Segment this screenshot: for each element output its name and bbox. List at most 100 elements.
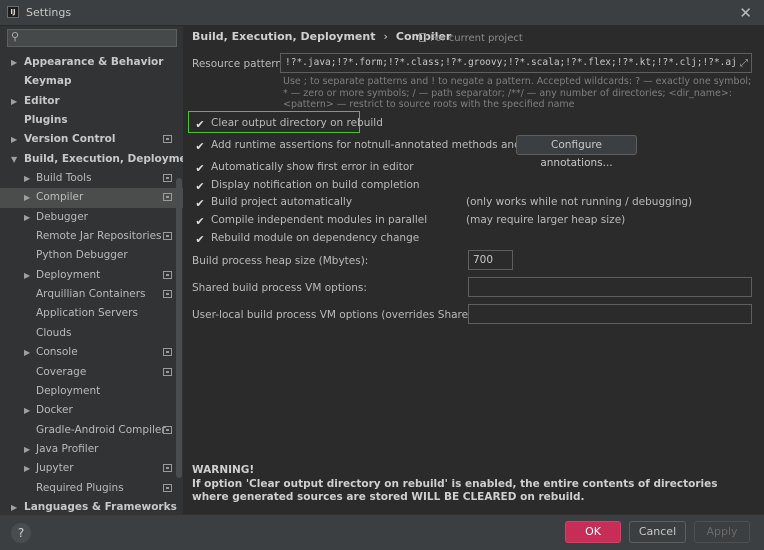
chevron-right-icon[interactable]: ▶ [24, 266, 30, 285]
sidebar-item[interactable]: Keymap [0, 72, 183, 91]
chevron-right-icon[interactable]: ▶ [24, 208, 30, 227]
user-vm-options-input[interactable] [468, 304, 752, 324]
sidebar-item-label: Clouds [36, 326, 72, 339]
sidebar-item-label: Gradle-Android Compiler [36, 423, 166, 436]
chevron-right-icon[interactable]: ▶ [11, 130, 17, 149]
ok-button[interactable]: OK [565, 521, 621, 543]
sidebar-item[interactable]: Application Servers [0, 304, 183, 323]
warning-message: WARNING! If option 'Clear output directo… [192, 464, 752, 505]
project-scope-icon [163, 232, 172, 241]
sidebar-item-label: Remote Jar Repositories [36, 230, 162, 243]
chevron-right-icon[interactable]: ▶ [24, 343, 30, 362]
clear-output-checkbox[interactable]: ✔ Clear output directory on rebuild [194, 115, 382, 131]
sidebar-item[interactable]: Coverage [0, 363, 183, 382]
dialog-footer: ? OK Cancel Apply [0, 514, 764, 550]
sidebar-item-label: Required Plugins [36, 481, 124, 494]
sidebar-item-label: Deployment [36, 384, 101, 397]
sidebar-item[interactable]: Required Plugins [0, 479, 183, 498]
sidebar-item[interactable]: ▼ Build, Execution, Deployment [0, 150, 184, 169]
cancel-button[interactable]: Cancel [629, 521, 686, 543]
sidebar-item[interactable]: ▶ Console [0, 343, 183, 362]
sidebar-item-label: Java Profiler [36, 442, 99, 455]
sidebar-item[interactable]: Gradle-Android Compiler [0, 421, 183, 440]
project-scope-icon [163, 135, 172, 144]
heap-size-input[interactable]: 700 [468, 250, 513, 270]
display-notification-label: Display notification on build completion [211, 179, 420, 191]
close-icon[interactable]: ✕ [739, 4, 752, 22]
resource-patterns-field[interactable]: !?*.java;!?*.form;!?*.class;!?*.groovy;!… [280, 53, 752, 73]
sidebar-item-label: Build, Execution, Deployment [24, 152, 184, 165]
sidebar-item-label: Plugins [24, 114, 68, 127]
sidebar-item[interactable]: ▶ Deployment [0, 266, 183, 285]
configure-annotations-button[interactable]: Configure annotations... [516, 135, 637, 169]
settings-sidebar: ⚲ ▶ Appearance & Behavior Keymap ▶ Editor Plu… [0, 26, 184, 514]
sidebar-scrollbar[interactable] [176, 178, 182, 478]
display-notification-checkbox[interactable]: ✔ Display notification on build completio… [194, 177, 420, 193]
search-input[interactable]: ⚲ [7, 29, 177, 47]
chevron-right-icon[interactable]: ▶ [24, 169, 30, 188]
sidebar-item[interactable]: ▶ Docker [0, 401, 183, 420]
sidebar-item-label: Console [36, 346, 78, 359]
sidebar-item-label: Arquillian Containers [36, 288, 146, 301]
chevron-right-icon[interactable]: ▶ [11, 53, 17, 72]
sidebar-item-label: Keymap [24, 75, 72, 88]
checkmark-icon: ✔ [195, 233, 205, 246]
breadcrumb-parent[interactable]: Build, Execution, Deployment [192, 30, 375, 43]
breadcrumb-separator: › [383, 30, 388, 43]
chevron-right-icon[interactable]: ▶ [24, 440, 30, 459]
chevron-right-icon[interactable]: ▶ [24, 401, 30, 420]
rebuild-dependency-checkbox[interactable]: ✔ Rebuild module on dependency change [194, 230, 419, 246]
project-scope-icon [163, 464, 172, 473]
shared-vm-options-input[interactable] [468, 277, 752, 297]
sidebar-item[interactable]: ▶ Build Tools [0, 169, 183, 188]
project-scope-icon [163, 348, 172, 357]
resource-patterns-hint: Use ; to separate patterns and ! to nega… [283, 76, 752, 110]
sidebar-item-label: Coverage [36, 365, 87, 378]
sidebar-item[interactable]: ▶ Java Profiler [0, 440, 183, 459]
sidebar-item[interactable]: Python Debugger [0, 246, 183, 265]
sidebar-item[interactable]: Clouds [0, 324, 183, 343]
sidebar-item[interactable]: ▶ Editor [0, 92, 183, 111]
resource-patterns-label: Resource patterns: [192, 58, 292, 70]
sidebar-item-label: Editor [24, 94, 60, 107]
sidebar-item-label: Build Tools [36, 172, 92, 185]
search-icon: ⚲ [11, 30, 20, 43]
sidebar-item[interactable]: Arquillian Containers [0, 285, 183, 304]
sidebar-item[interactable]: Deployment [0, 382, 183, 401]
resource-patterns-value: !?*.java;!?*.form;!?*.class;!?*.groovy;!… [285, 57, 737, 68]
chevron-right-icon[interactable]: ▶ [24, 188, 30, 207]
help-button[interactable]: ? [11, 523, 31, 543]
checkmark-icon: ✔ [195, 162, 205, 175]
chevron-right-icon[interactable]: ▶ [11, 92, 17, 111]
show-first-error-checkbox[interactable]: ✔ Automatically show first error in edito… [194, 159, 414, 175]
build-automatically-checkbox[interactable]: ✔ Build project automatically [194, 194, 352, 210]
chevron-down-icon[interactable]: ▼ [11, 150, 17, 169]
chevron-right-icon[interactable]: ▶ [11, 498, 17, 514]
sidebar-item[interactable]: Remote Jar Repositories [0, 227, 183, 246]
settings-tree: ▶ Appearance & Behavior Keymap ▶ Editor Plugi… [0, 53, 184, 514]
checkmark-icon: ✔ [195, 180, 205, 193]
project-scope-icon [163, 367, 172, 376]
sidebar-item[interactable]: Plugins [0, 111, 183, 130]
sidebar-item-label: Jupyter [36, 462, 74, 475]
sidebar-item[interactable]: ▶ Languages & Frameworks [0, 498, 183, 514]
project-scope-icon [163, 290, 172, 299]
show-first-error-label: Automatically show first error in editor [211, 161, 414, 173]
chevron-right-icon[interactable]: ▶ [24, 459, 30, 478]
sidebar-item-label: Python Debugger [36, 249, 128, 262]
sidebar-item[interactable]: ▶ Version Control [0, 130, 183, 149]
intellij-app-icon: IJ [7, 6, 19, 18]
sidebar-item[interactable]: ▶ Jupyter [0, 459, 183, 478]
warning-title: WARNING! [192, 464, 255, 476]
sidebar-item-label: Languages & Frameworks [24, 500, 177, 513]
parallel-compile-checkbox[interactable]: ✔ Compile independent modules in parallel [194, 212, 427, 228]
sidebar-item[interactable]: ▶ Compiler [0, 188, 183, 208]
sidebar-item-label: Appearance & Behavior [24, 56, 164, 68]
breadcrumb: Build, Execution, Deployment › Compiler [192, 30, 451, 43]
checkmark-icon: ✔ [195, 215, 205, 228]
expand-icon[interactable]: ⤢ [740, 55, 748, 72]
scope-note-text: For current project [430, 33, 523, 44]
sidebar-item[interactable]: ▶ Debugger [0, 208, 183, 227]
sidebar-item[interactable]: ▶ Appearance & Behavior [0, 53, 183, 72]
apply-button[interactable]: Apply [694, 521, 750, 543]
